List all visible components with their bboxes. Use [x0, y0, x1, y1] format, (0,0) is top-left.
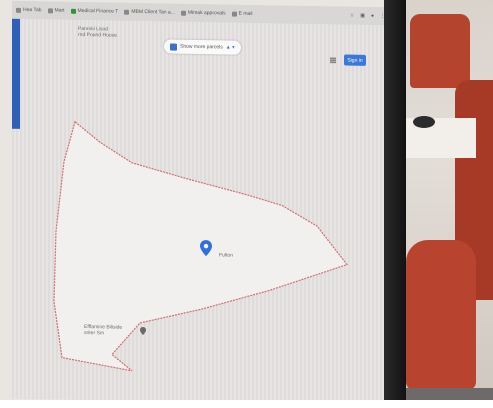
monitor-bezel	[384, 0, 406, 408]
chair	[406, 240, 476, 390]
pin-label: Fulton	[219, 252, 233, 259]
computer-mouse	[413, 116, 435, 128]
map-pin-icon[interactable]	[140, 327, 146, 336]
monitor-screen: Hea Tab Mart Medical Finance T MBM Clien…	[12, 0, 387, 406]
chair	[410, 14, 470, 88]
bottom-border	[0, 400, 493, 408]
map-place-label: Efffamine Biliside sriter Sm	[84, 323, 123, 337]
photo: Hea Tab Mart Medical Finance T MBM Clien…	[0, 0, 493, 408]
parcel-map	[53, 120, 348, 372]
